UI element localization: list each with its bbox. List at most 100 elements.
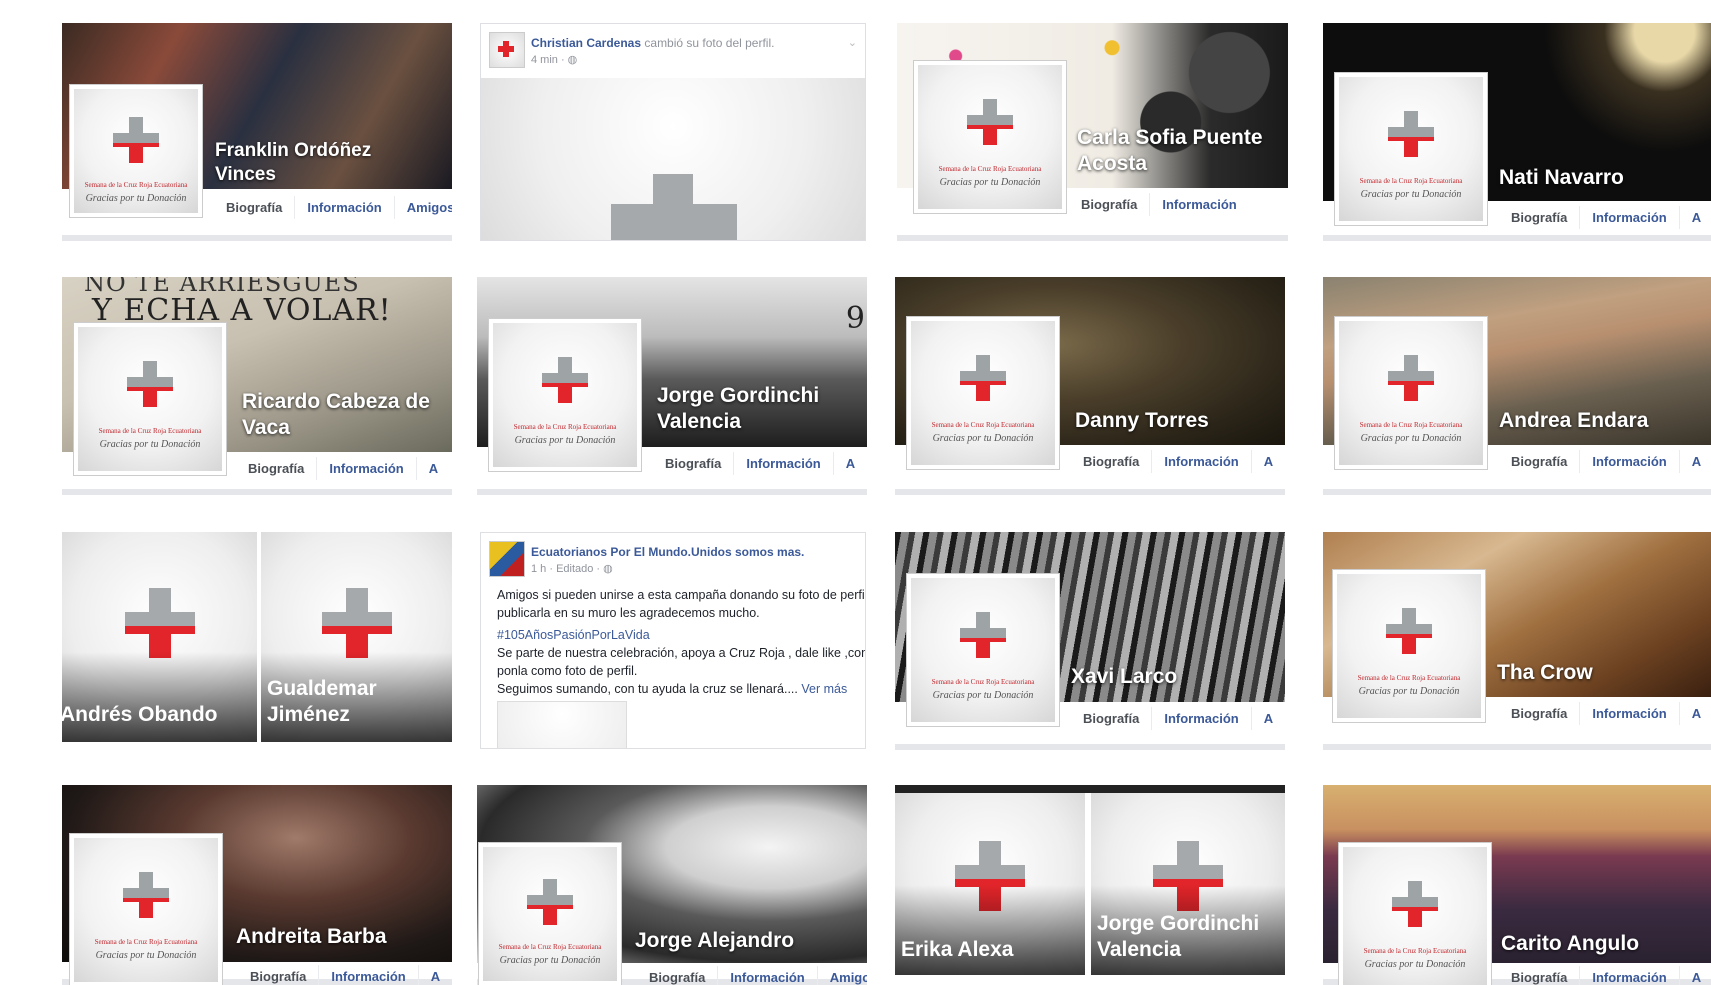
avatar-thanks: Gracias por tu Donación [932, 433, 1034, 444]
tab-biografia[interactable]: Biografía [1071, 450, 1151, 473]
avatar-caption: Semana de la Cruz Roja Ecuatoriana [931, 421, 1035, 429]
avatar-thanks: Gracias por tu Donación [939, 177, 1041, 188]
profile-photo-erika[interactable]: Erika Alexa [895, 793, 1085, 975]
profile-card[interactable]: Biografía Información A Semana de la Cru… [1323, 532, 1711, 750]
post-text-line: publicarla en su muro les agradecemos mu… [497, 606, 760, 620]
profile-name[interactable]: Erika Alexa [901, 937, 1013, 963]
profile-avatar[interactable]: Semana de la Cruz Roja Ecuatoriana Graci… [489, 319, 641, 471]
post-text-span: Seguimos sumando, con tu ayuda la cruz s… [497, 682, 798, 696]
profile-name[interactable]: Andrea Endara [1499, 408, 1699, 434]
profile-card[interactable]: Biografía Información A Semana de la Cru… [895, 532, 1285, 750]
profile-avatar[interactable]: Semana de la Cruz Roja Ecuatoriana Graci… [479, 843, 621, 985]
tab-biografia[interactable]: Biografía [1069, 193, 1149, 216]
tab-partial[interactable]: A [1678, 449, 1711, 473]
profile-name[interactable]: Franklin Ordóñez Vinces [215, 139, 415, 187]
tab-partial[interactable]: A [1678, 701, 1711, 725]
profile-name[interactable]: Carito Angulo [1501, 931, 1701, 957]
tab-biografia[interactable]: Biografía [236, 457, 316, 480]
tab-biografia[interactable]: Biografía [1499, 966, 1579, 985]
tab-partial[interactable]: A [1250, 706, 1285, 730]
author-thumbnail[interactable] [489, 32, 525, 68]
profile-name[interactable]: Danny Torres [1075, 408, 1275, 434]
profile-avatar[interactable]: Semana de la Cruz Roja Ecuatoriana Graci… [907, 574, 1059, 726]
page-thumbnail[interactable] [489, 541, 525, 577]
profile-name[interactable]: Gualdemar Jiménez [267, 676, 447, 728]
tab-informacion[interactable]: Información [1579, 965, 1678, 985]
tab-biografia[interactable]: Biografía [653, 452, 733, 475]
post-photo[interactable] [481, 78, 865, 240]
tab-informacion[interactable]: Información [733, 451, 832, 475]
tab-informacion[interactable]: Información [1149, 192, 1248, 216]
hashtag-link[interactable]: #105AñosPasiónPorLaVida [497, 626, 857, 644]
tab-biografia[interactable]: Biografía [1499, 702, 1579, 725]
profile-avatar[interactable]: Semana de la Cruz Roja Ecuatoriana Graci… [1339, 843, 1491, 985]
avatar-thanks: Gracias por tu Donación [499, 955, 601, 966]
profile-name[interactable]: Carla Sofia Puente Acosta [1077, 125, 1277, 177]
profile-photo-jorge[interactable]: Jorge Gordinchi Valencia [1091, 793, 1285, 975]
tab-amigos[interactable]: Amigos [816, 965, 867, 985]
post-action: cambió su foto del perfil. [644, 36, 775, 50]
profile-name[interactable]: Nati Navarro [1499, 165, 1699, 191]
post-author[interactable]: Christian Cardenas [531, 36, 641, 50]
tab-partial[interactable]: A [832, 451, 867, 475]
tab-informacion[interactable]: Información [318, 964, 417, 985]
profile-card[interactable]: Biografía Información Amigos Semana de l… [62, 23, 452, 241]
avatar-caption: Semana de la Cruz Roja Ecuatoriana [498, 943, 602, 951]
tab-biografia[interactable]: Biografía [637, 966, 717, 985]
tab-informacion[interactable]: Información [316, 456, 415, 480]
avatar-thanks: Gracias por tu Donación [85, 193, 187, 204]
tab-biografia[interactable]: Biografía [1071, 707, 1151, 730]
profile-name[interactable]: Andreita Barba [236, 924, 446, 950]
tab-informacion[interactable]: Información [1579, 205, 1678, 229]
tab-partial[interactable]: A [1678, 205, 1711, 229]
tab-biografia[interactable]: Biografía [214, 196, 294, 219]
tab-informacion[interactable]: Información [1579, 701, 1678, 725]
profile-card[interactable]: NO TE ARRIESGUES Y ECHA A VOLAR! Biograf… [62, 277, 452, 495]
tab-informacion[interactable]: Información [717, 965, 816, 985]
profile-avatar[interactable]: Semana de la Cruz Roja Ecuatoriana Graci… [74, 323, 226, 475]
profile-card[interactable]: Biografía Información Amigos Semana de l… [477, 785, 867, 985]
profile-photo-andres[interactable]: Andrés Obando [62, 532, 257, 742]
avatar-caption: Semana de la Cruz Roja Ecuatoriana [1359, 421, 1463, 429]
profile-name[interactable]: Tha Crow [1497, 660, 1697, 686]
profile-avatar[interactable]: Semana de la Cruz Roja Ecuatoriana Graci… [907, 317, 1059, 469]
profile-name[interactable]: Jorge Alejandro [635, 928, 855, 954]
profile-name[interactable]: Jorge Gordinchi Valencia [657, 383, 862, 435]
tab-partial[interactable]: A [415, 456, 450, 480]
profile-card[interactable]: Biografía Información A Semana de la Cru… [895, 277, 1285, 495]
tab-biografia[interactable]: Biografía [238, 965, 318, 985]
tab-informacion[interactable]: Información [1151, 449, 1250, 473]
tab-informacion[interactable]: Información [294, 195, 393, 219]
tab-partial[interactable]: A [417, 964, 452, 985]
tab-amigos[interactable]: Amigos [393, 195, 452, 219]
see-more-link[interactable]: Ver más [801, 682, 847, 696]
profile-card[interactable]: Biografía Información A Semana de la Cru… [1323, 785, 1711, 985]
tab-informacion[interactable]: Información [1579, 449, 1678, 473]
profile-name[interactable]: Andrés Obando [62, 702, 218, 728]
profile-name[interactable]: Ricardo Cabeza de Vaca [242, 389, 447, 441]
profile-card[interactable]: Biografía Información Semana de la Cruz … [897, 23, 1288, 241]
profile-card[interactable]: Biografía Información A Semana de la Cru… [1323, 277, 1711, 495]
profile-avatar[interactable]: Semana de la Cruz Roja Ecuatoriana Graci… [1335, 73, 1487, 225]
chevron-down-icon[interactable]: ⌄ [848, 36, 857, 49]
profile-card[interactable]: Biografía Información A Semana de la Cru… [62, 785, 452, 985]
tab-biografia[interactable]: Biografía [1499, 206, 1579, 229]
post-photo[interactable] [497, 701, 627, 748]
profile-photo-gualdemar[interactable]: Gualdemar Jiménez [261, 532, 452, 742]
profile-avatar[interactable]: Semana de la Cruz Roja Ecuatoriana Graci… [1333, 570, 1485, 722]
profile-avatar[interactable]: Semana de la Cruz Roja Ecuatoriana Graci… [70, 834, 222, 985]
tab-biografia[interactable]: Biografía [1499, 450, 1579, 473]
profile-avatar[interactable]: Semana de la Cruz Roja Ecuatoriana Graci… [914, 61, 1066, 213]
post-author[interactable]: Ecuatorianos Por El Mundo.Unidos somos m… [531, 545, 804, 559]
profile-name[interactable]: Jorge Gordinchi Valencia [1097, 911, 1282, 963]
profile-avatar[interactable]: Semana de la Cruz Roja Ecuatoriana Graci… [1335, 317, 1487, 469]
tab-partial[interactable]: A [1678, 965, 1711, 985]
tab-partial[interactable]: A [1250, 449, 1285, 473]
profile-card[interactable]: 9 Biografía Información A Semana de la C… [477, 277, 867, 495]
post-text-line: Seguimos sumando, con tu ayuda la cruz s… [497, 680, 857, 698]
profile-name[interactable]: Xavi Larco [1071, 664, 1271, 690]
profile-card[interactable]: Biografía Información A Semana de la Cru… [1323, 23, 1711, 241]
red-cross-icon [1392, 881, 1438, 927]
tab-informacion[interactable]: Información [1151, 706, 1250, 730]
profile-avatar[interactable]: Semana de la Cruz Roja Ecuatoriana Graci… [70, 85, 202, 217]
